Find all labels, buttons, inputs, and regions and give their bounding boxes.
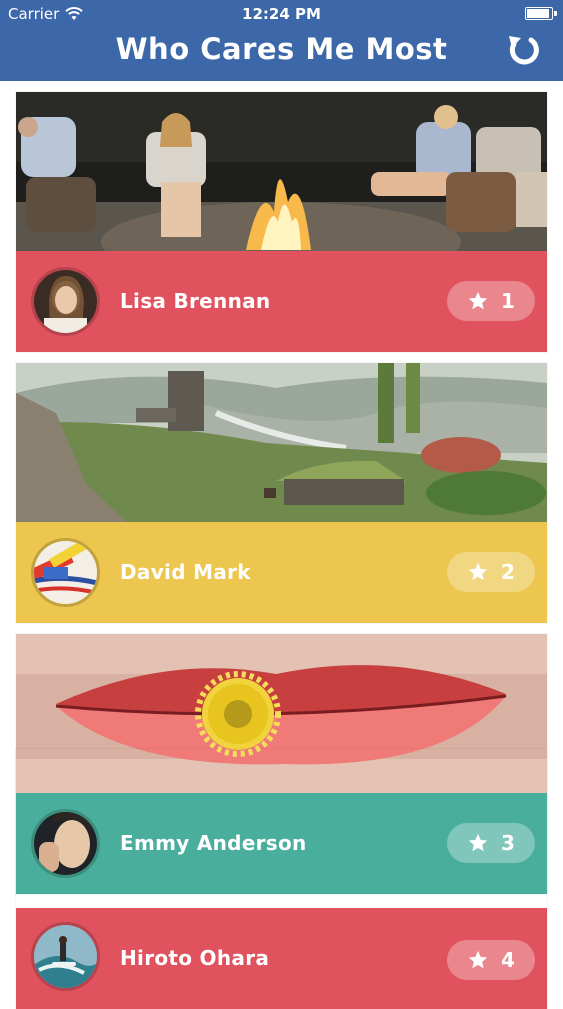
contact-name: David Mark — [120, 560, 251, 584]
avatar[interactable] — [31, 267, 100, 336]
page-title: Who Cares Me Most — [115, 32, 448, 66]
status-bar: Carrier 12:24 PM — [0, 0, 563, 28]
battery-icon — [525, 7, 557, 20]
cover-photo — [16, 92, 547, 251]
rank-badge[interactable]: 2 — [447, 552, 535, 592]
refresh-icon[interactable] — [501, 30, 545, 70]
star-icon — [468, 562, 488, 581]
cover-photo — [16, 363, 547, 522]
contact-info-bar: Hiroto Ohara 4 — [16, 908, 547, 1009]
rank-number: 2 — [501, 560, 515, 584]
contact-info-bar: David Mark 2 — [16, 522, 547, 623]
contact-card[interactable]: Lisa Brennan 1 — [16, 92, 547, 352]
contact-name: Hiroto Ohara — [120, 946, 270, 970]
avatar[interactable] — [31, 538, 100, 607]
rank-badge[interactable]: 1 — [447, 281, 535, 321]
navigation-bar: Carrier 12:24 PM Who Cares Me Most — [0, 0, 563, 81]
contact-card[interactable]: David Mark 2 — [16, 363, 547, 623]
avatar[interactable] — [31, 922, 100, 991]
rank-number: 4 — [501, 948, 515, 972]
contact-info-bar: Lisa Brennan 1 — [16, 251, 547, 352]
rank-badge[interactable]: 4 — [447, 940, 535, 980]
contact-card[interactable]: Hiroto Ohara 4 — [16, 749, 547, 1009]
rank-number: 1 — [501, 289, 515, 313]
status-time: 12:24 PM — [242, 5, 321, 23]
star-icon — [468, 291, 488, 310]
contact-name: Lisa Brennan — [120, 289, 271, 313]
star-icon — [468, 950, 488, 969]
